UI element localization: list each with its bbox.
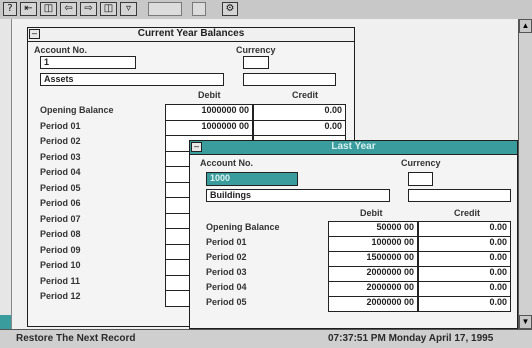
period-label: Period 08	[40, 229, 81, 239]
first-record-button[interactable]: ⇤	[20, 2, 37, 16]
debit-field[interactable]: 100000 00	[328, 236, 418, 252]
period-label: Period 12	[40, 291, 81, 301]
period-label: Period 04	[206, 282, 247, 292]
period-label: Period 06	[40, 198, 81, 208]
status-datetime: 07:37:51 PM Monday April 17, 1995	[328, 333, 494, 344]
toolbar-blank-button[interactable]	[148, 2, 182, 16]
scroll-up-arrow-icon[interactable]: ▲	[519, 19, 532, 33]
period-label: Period 03	[40, 151, 81, 162]
period-label: Period 11	[40, 275, 81, 286]
status-bar: Restore The Next Record 07:37:51 PM Mond…	[0, 329, 532, 348]
debit-field[interactable]: 1000000 00	[165, 119, 253, 136]
credit-field[interactable]: 0.00	[418, 221, 511, 237]
period-label: Period 07	[40, 213, 81, 224]
period-label: Period 04	[40, 167, 81, 177]
credit-field[interactable]: 0.00	[418, 251, 511, 267]
period-label: Period 09	[40, 244, 81, 255]
credit-field[interactable]: 0.00	[418, 281, 511, 297]
left-edge-strip	[0, 19, 12, 339]
scroll-down-arrow-icon[interactable]: ▼	[519, 315, 532, 329]
debit-field[interactable]: 2000000 00	[328, 266, 418, 282]
system-menu-icon[interactable]: –	[191, 142, 202, 152]
period-label: Period 02	[40, 136, 81, 146]
period-label: Period 01	[206, 237, 247, 247]
credit-column-header: Credit	[454, 208, 481, 218]
credit-field[interactable]: 0.00	[418, 236, 511, 252]
system-menu-icon[interactable]: –	[29, 29, 40, 39]
debit-column-header: Debit	[198, 90, 221, 100]
list-button[interactable]: ◫	[40, 2, 57, 16]
account-no-label: Account No.	[200, 158, 253, 168]
window-title-last-year: Last Year	[190, 141, 517, 155]
account-name-field[interactable]: Assets	[40, 73, 224, 86]
credit-field[interactable]: 0.00	[253, 119, 346, 136]
account-no-label: Account No.	[34, 45, 87, 55]
last-year-window[interactable]: Last Year – Account No. Currency 1000 Bu…	[189, 140, 518, 329]
form-button[interactable]: ◫	[100, 2, 117, 16]
credit-column-header: Credit	[292, 90, 319, 100]
period-label: Period 03	[206, 267, 247, 277]
currency-field[interactable]	[243, 56, 269, 69]
debit-field[interactable]: 1000000 00	[165, 104, 253, 121]
account-no-field[interactable]: 1	[40, 56, 136, 69]
debit-field[interactable]: 2000000 00	[328, 296, 418, 312]
debit-field[interactable]: 50000 00	[328, 221, 418, 237]
window-title-current-year: Current Year Balances	[28, 28, 354, 42]
currency-label: Currency	[236, 45, 276, 55]
period-label: Period 01	[40, 120, 81, 131]
currency-name-field[interactable]	[408, 189, 511, 202]
settings-icon[interactable]: ⚙	[222, 2, 238, 16]
credit-field[interactable]: 0.00	[418, 266, 511, 282]
account-no-field[interactable]: 1000	[206, 172, 298, 186]
period-label: Period 10	[40, 260, 81, 270]
debit-field[interactable]: 2000000 00	[328, 281, 418, 297]
period-label: Period 05	[40, 182, 81, 193]
account-name-field[interactable]: Buildings	[206, 189, 390, 202]
toolbar: ? ⇤ ◫ ⇦ ⇨ ◫ ▿ ⚙	[0, 0, 532, 20]
period-label: Period 05	[206, 297, 247, 307]
period-label: Opening Balance	[206, 222, 280, 232]
currency-name-field[interactable]	[243, 73, 336, 86]
delete-record-button[interactable]: ▿	[120, 2, 137, 16]
currency-field[interactable]	[408, 172, 433, 186]
previous-record-button[interactable]: ⇦	[60, 2, 77, 16]
status-message: Restore The Next Record	[16, 333, 136, 344]
credit-field[interactable]: 0.00	[253, 104, 346, 121]
next-record-button[interactable]: ⇨	[80, 2, 97, 16]
debit-column-header: Debit	[360, 208, 383, 218]
vertical-scrollbar[interactable]: ▲ ▼	[518, 19, 532, 329]
help-button[interactable]: ?	[3, 2, 17, 16]
period-label: Period 02	[206, 252, 247, 262]
toolbar-blank-button-2[interactable]	[192, 2, 206, 16]
credit-field[interactable]: 0.00	[418, 296, 511, 312]
period-label: Opening Balance	[40, 105, 114, 115]
debit-field[interactable]: 1500000 00	[328, 251, 418, 267]
currency-label: Currency	[401, 158, 441, 168]
